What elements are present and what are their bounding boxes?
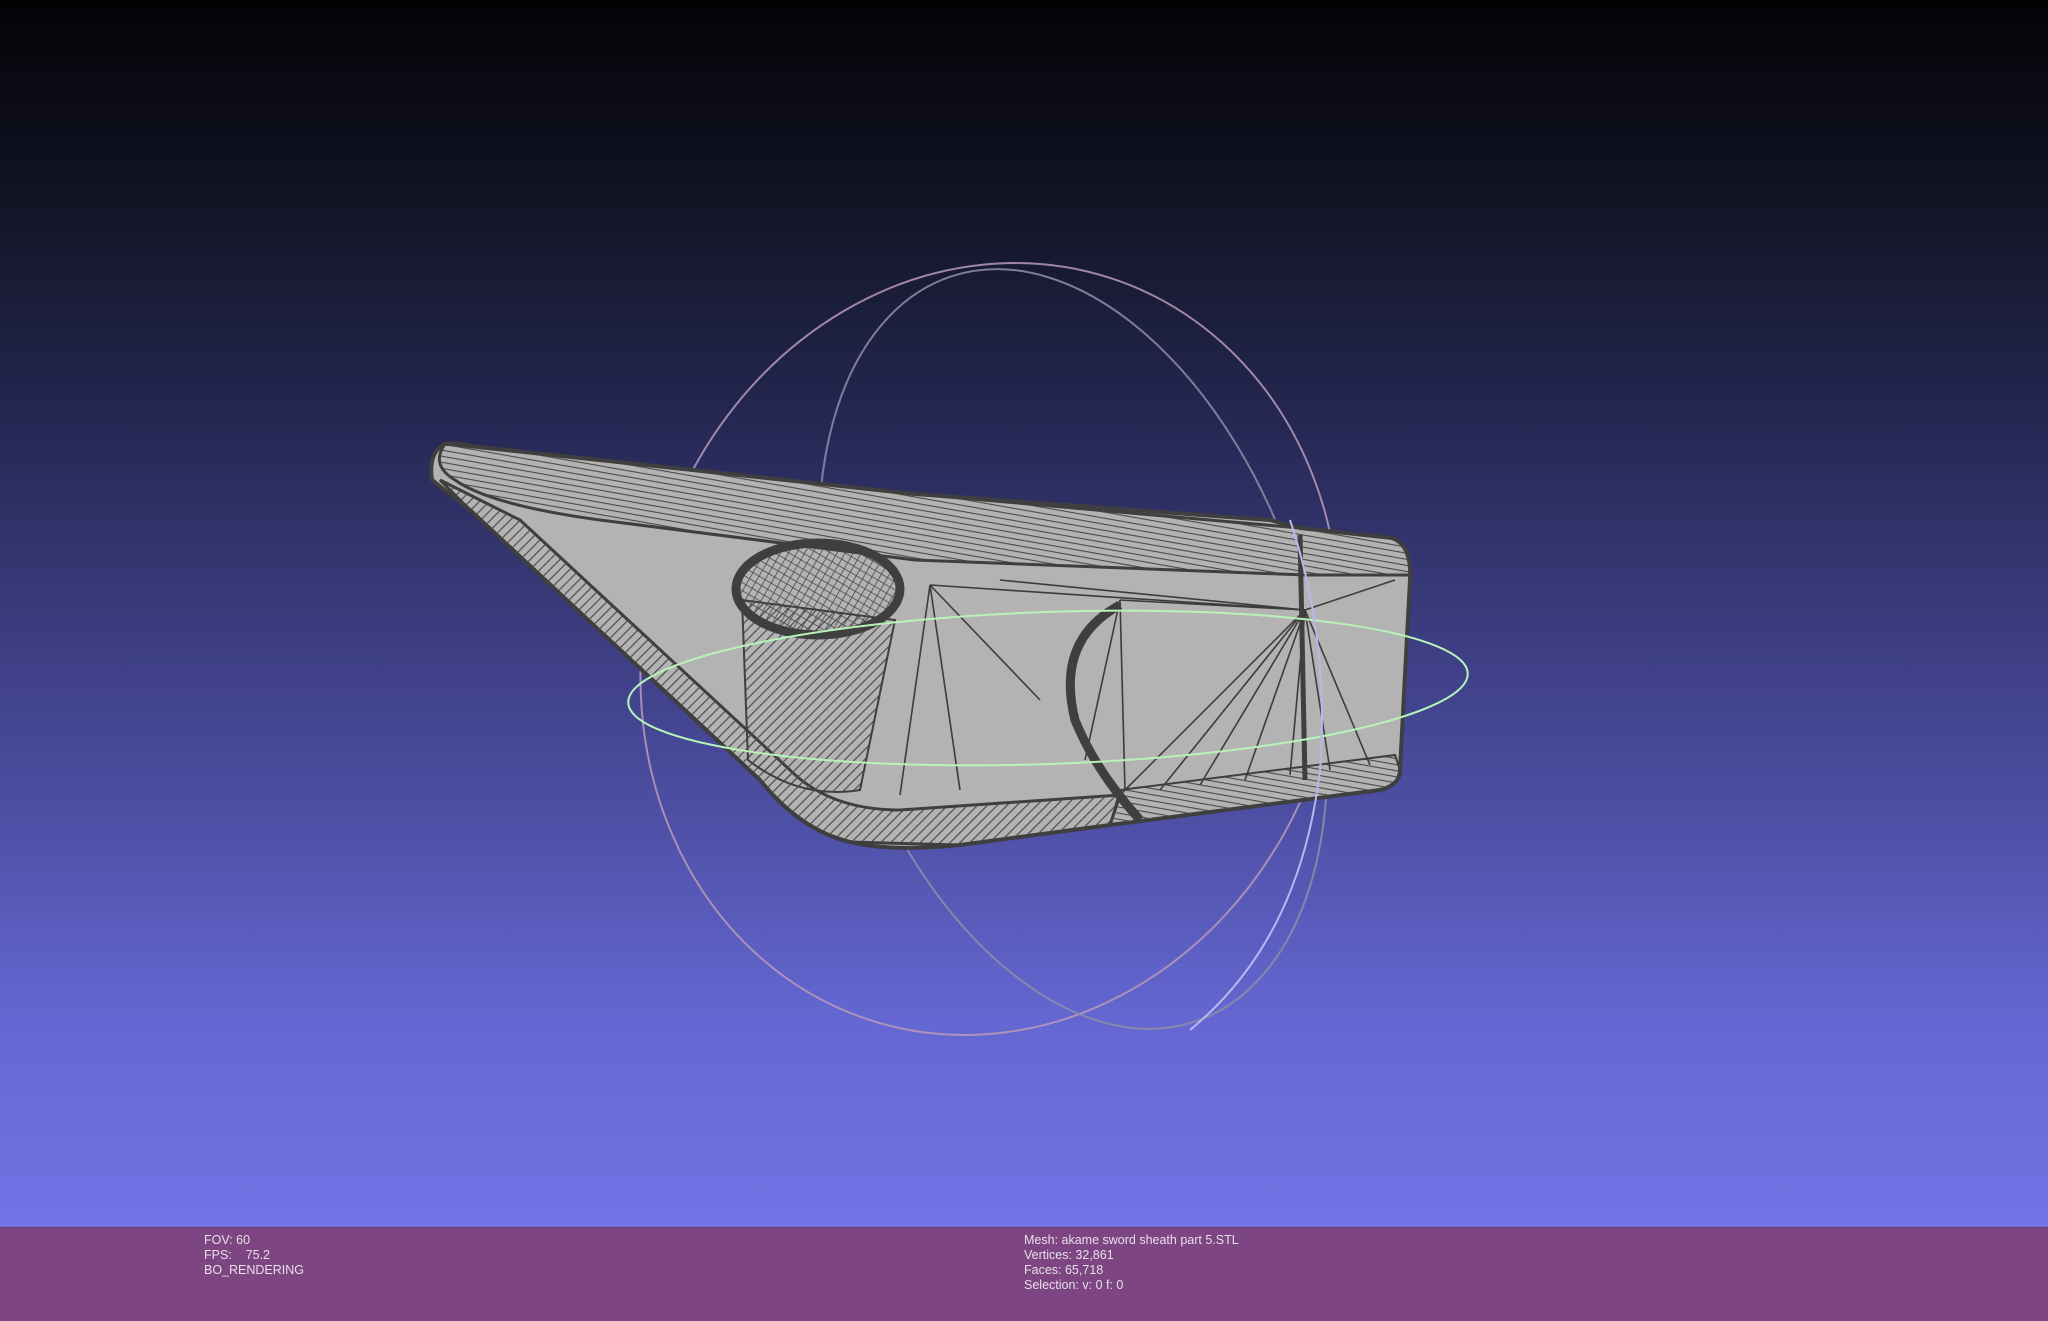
- 3d-viewport[interactable]: [0, 0, 2048, 1227]
- fps-readout: FPS: 75.2: [204, 1248, 271, 1262]
- render-mode-readout: BO_RENDERING: [204, 1263, 305, 1277]
- mesh-hole[interactable]: [731, 538, 905, 640]
- mesh-name-readout: Mesh: akame sword sheath part 5.STL: [1024, 1233, 1239, 1247]
- selection-readout: Selection: v: 0 f: 0: [1024, 1278, 1124, 1292]
- sword-sheath-mesh[interactable]: [429, 441, 1413, 850]
- fov-readout: FOV: 60: [204, 1233, 251, 1247]
- render-info: FOV: 60 FPS: 75.2 BO_RENDERING: [204, 1233, 304, 1278]
- vertices-readout: Vertices: 32,861: [1024, 1248, 1114, 1262]
- mesh-info: Mesh: akame sword sheath part 5.STL Vert…: [1024, 1233, 1239, 1293]
- faces-readout: Faces: 65,718: [1024, 1263, 1104, 1277]
- viewport-canvas[interactable]: [0, 0, 2048, 1227]
- status-bar: FOV: 60 FPS: 75.2 BO_RENDERING Mesh: aka…: [0, 1227, 2048, 1321]
